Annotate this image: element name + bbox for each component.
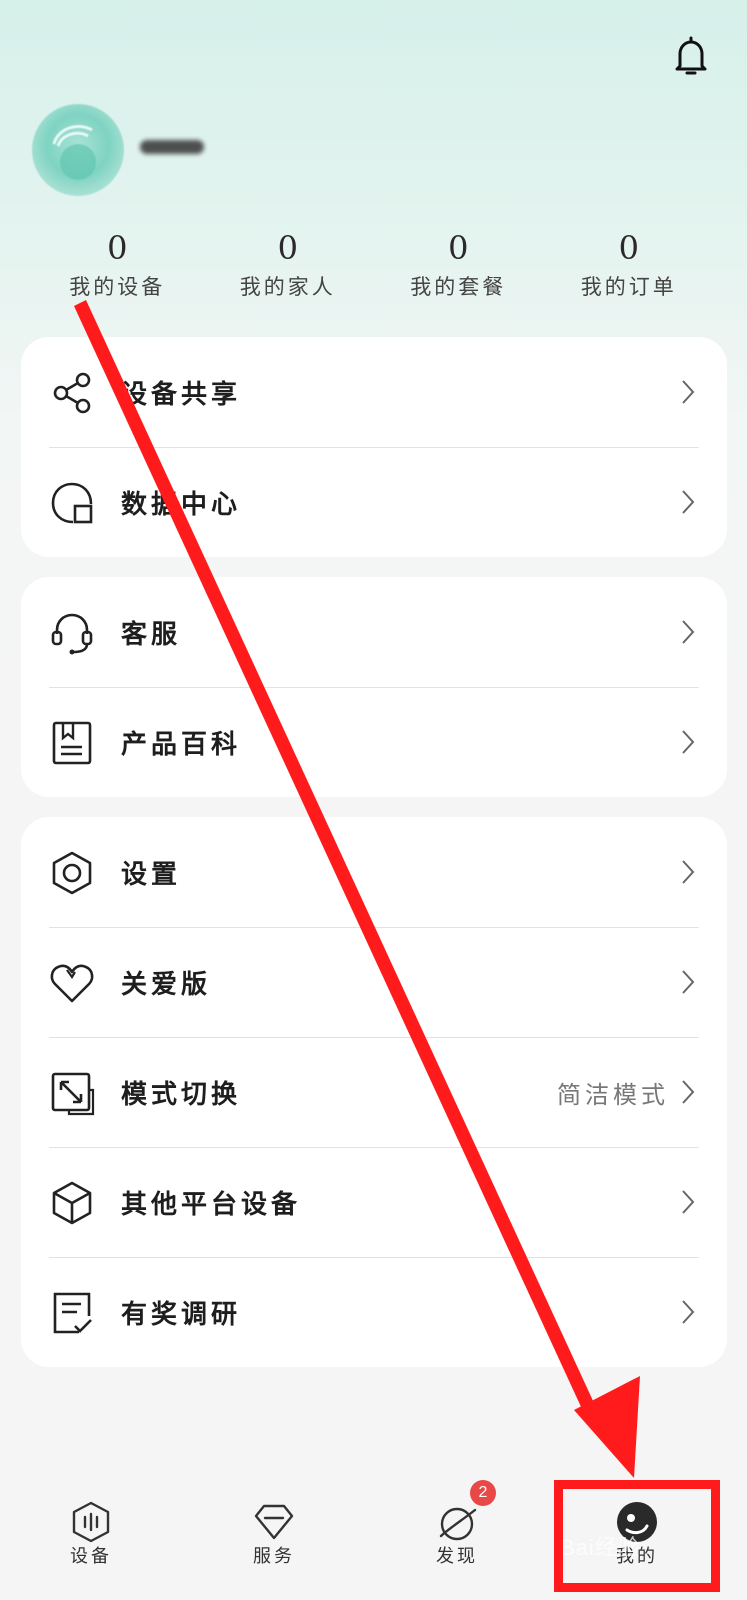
- annotation-highlight-box: [554, 1480, 720, 1592]
- annotation-arrow: [74, 300, 640, 1478]
